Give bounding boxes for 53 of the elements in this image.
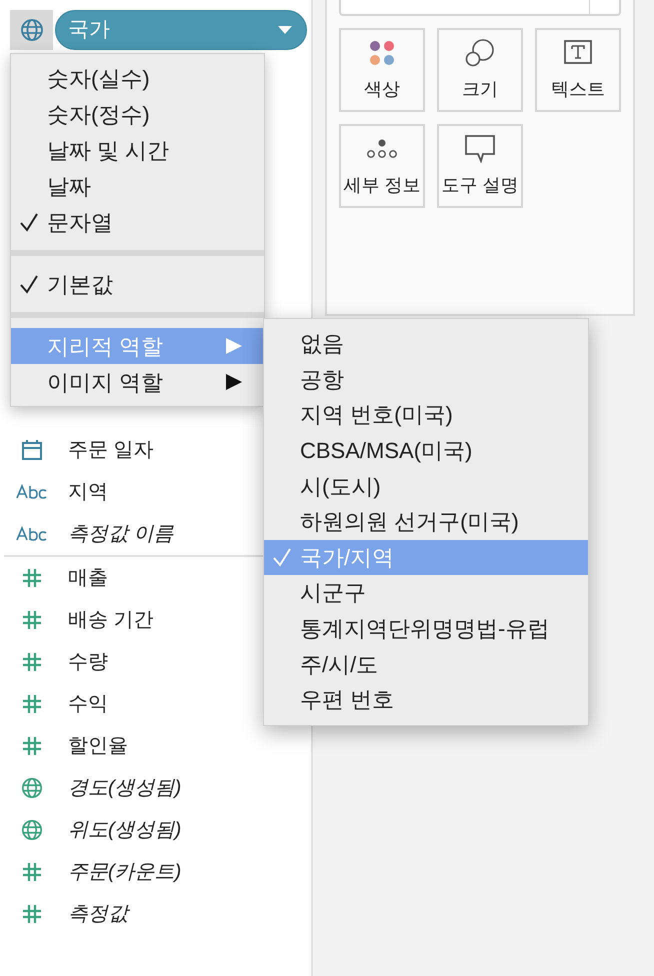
submenu-arrow-icon	[226, 338, 242, 354]
hash-icon	[22, 862, 42, 882]
field-name[interactable]: 주문(카운트)	[68, 857, 182, 887]
menu-item[interactable]: 주/시/도	[264, 646, 588, 682]
menu-item[interactable]: 시군구	[264, 575, 588, 611]
globe-icon	[21, 777, 43, 799]
abc-icon	[16, 484, 48, 500]
field-name[interactable]: 할인율	[68, 731, 128, 761]
menu-item[interactable]: 숫자(실수)	[11, 60, 264, 96]
field-name[interactable]: 수익	[68, 689, 108, 719]
field-name[interactable]: 측정값	[68, 899, 128, 929]
field-name[interactable]: 지역	[68, 477, 108, 507]
marks-card[interactable]: 색상	[339, 28, 425, 112]
hash-icon	[22, 736, 42, 756]
menu-item[interactable]: 기본값	[11, 266, 264, 302]
menu-item[interactable]: 시(도시)	[264, 468, 588, 504]
hash-icon	[22, 694, 42, 714]
speech-bubble-icon	[465, 134, 495, 164]
caret-icon	[278, 26, 292, 34]
menu-item[interactable]: 이미지 역할	[11, 364, 264, 400]
menu-item[interactable]: CBSA/MSA(미국)	[264, 432, 588, 468]
field-name[interactable]: 배송 기간	[68, 605, 154, 635]
field-name[interactable]: 매출	[68, 563, 108, 593]
menu-item[interactable]: 날짜	[11, 168, 264, 204]
field-name[interactable]: 수량	[68, 647, 108, 677]
marks-card[interactable]: 세부 정보	[339, 124, 425, 208]
menu-item[interactable]: 문자열	[11, 204, 264, 240]
menu-item[interactable]: 날짜 및 시간	[11, 132, 264, 168]
menu-item[interactable]: 하원의원 선거구(미국)	[264, 504, 588, 540]
calendar-icon	[21, 439, 43, 461]
globe-icon	[21, 819, 43, 841]
hash-icon	[22, 652, 42, 672]
menu-item[interactable]: 없음	[264, 326, 588, 362]
hash-icon	[22, 610, 42, 630]
abc-icon	[16, 526, 48, 542]
menu-item[interactable]: 통계지역단위명명법-유럽	[264, 610, 588, 646]
marks-card[interactable]: 텍스트	[535, 28, 621, 112]
marks-card[interactable]: 도구 설명	[437, 124, 523, 208]
hash-icon	[22, 904, 42, 924]
menu-item[interactable]: 우편 번호	[264, 682, 588, 718]
field-name: 국가	[68, 17, 110, 44]
geo-role-icon[interactable]	[10, 10, 53, 50]
field-name[interactable]: 경도(생성됨)	[68, 773, 182, 803]
hash-icon	[22, 568, 42, 588]
marks-card[interactable]: 크기	[437, 28, 523, 112]
submenu-arrow-icon	[226, 374, 242, 390]
field-name[interactable]: 주문 일자	[68, 435, 154, 465]
field-name[interactable]: 측정값 이름	[68, 519, 174, 549]
field-name[interactable]: 위도(생성됨)	[68, 815, 182, 845]
menu-item[interactable]: 공항	[264, 362, 588, 398]
circles-icon	[465, 38, 495, 68]
menu-item[interactable]: 숫자(정수)	[11, 96, 264, 132]
menu-item[interactable]: 지역 번호(미국)	[264, 397, 588, 433]
